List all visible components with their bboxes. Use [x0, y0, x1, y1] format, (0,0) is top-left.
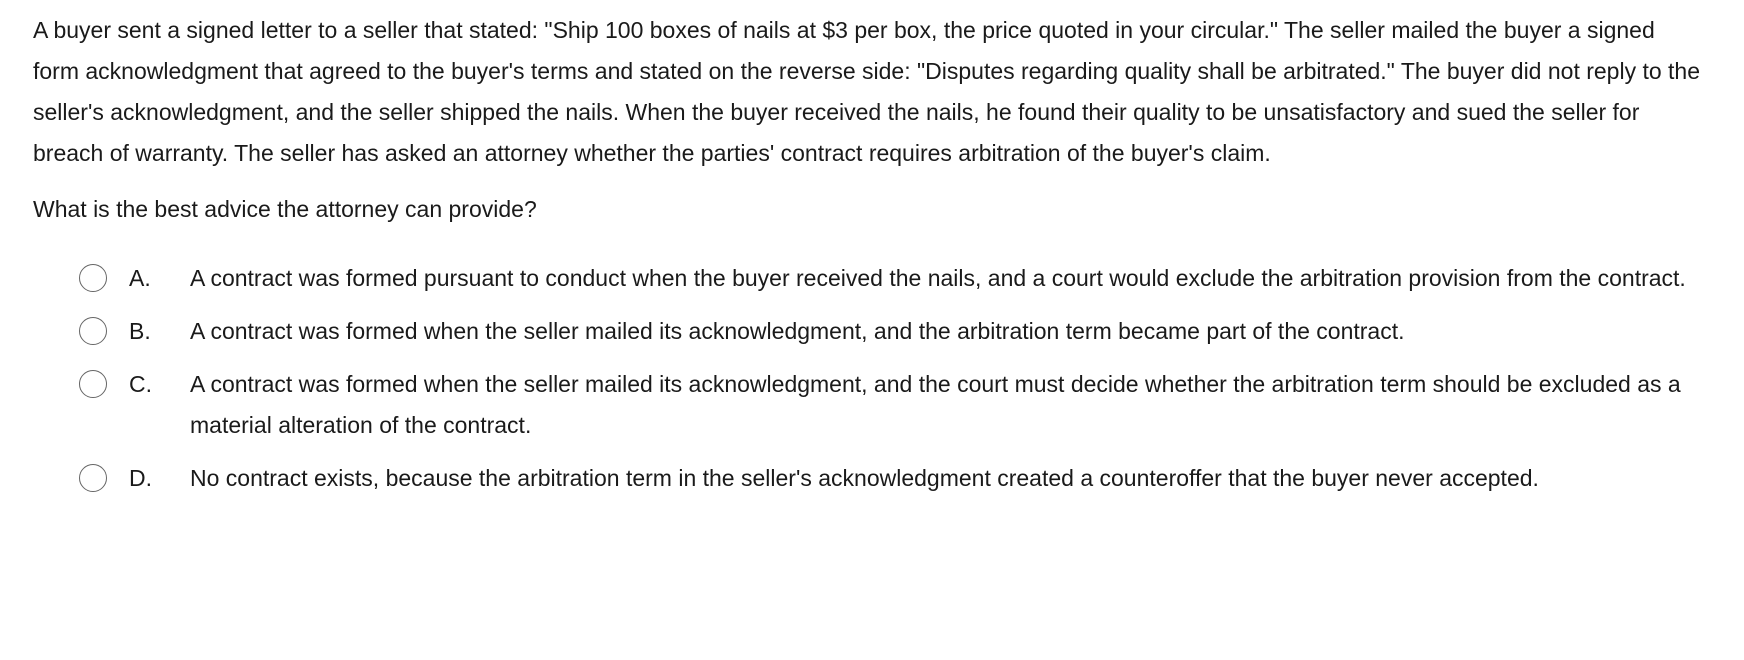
- choice-text: A contract was formed when the seller ma…: [190, 318, 1405, 344]
- answer-choices: A. A contract was formed pursuant to con…: [33, 258, 1713, 499]
- radio-button-b[interactable]: [79, 317, 107, 345]
- radio-button-a[interactable]: [79, 264, 107, 292]
- choice-b[interactable]: B. A contract was formed when the seller…: [33, 311, 1713, 352]
- radio-button-c[interactable]: [79, 370, 107, 398]
- question-prompt: What is the best advice the attorney can…: [33, 196, 537, 222]
- question-stem: A buyer sent a signed letter to a seller…: [33, 17, 1701, 166]
- question-page: A buyer sent a signed letter to a seller…: [33, 10, 1713, 511]
- choice-letter: B.: [129, 318, 151, 344]
- choice-letter: C.: [129, 371, 152, 397]
- choice-d[interactable]: D. No contract exists, because the arbit…: [33, 458, 1713, 499]
- choice-text: A contract was formed pursuant to conduc…: [190, 265, 1686, 291]
- choice-a[interactable]: A. A contract was formed pursuant to con…: [33, 258, 1713, 299]
- radio-button-d[interactable]: [79, 464, 107, 492]
- choice-letter: A.: [129, 265, 151, 291]
- choice-letter: D.: [129, 465, 152, 491]
- choice-text: A contract was formed when the seller ma…: [190, 371, 1681, 438]
- choice-text: No contract exists, because the arbitrat…: [190, 465, 1539, 491]
- choice-c[interactable]: C. A contract was formed when the seller…: [33, 364, 1713, 446]
